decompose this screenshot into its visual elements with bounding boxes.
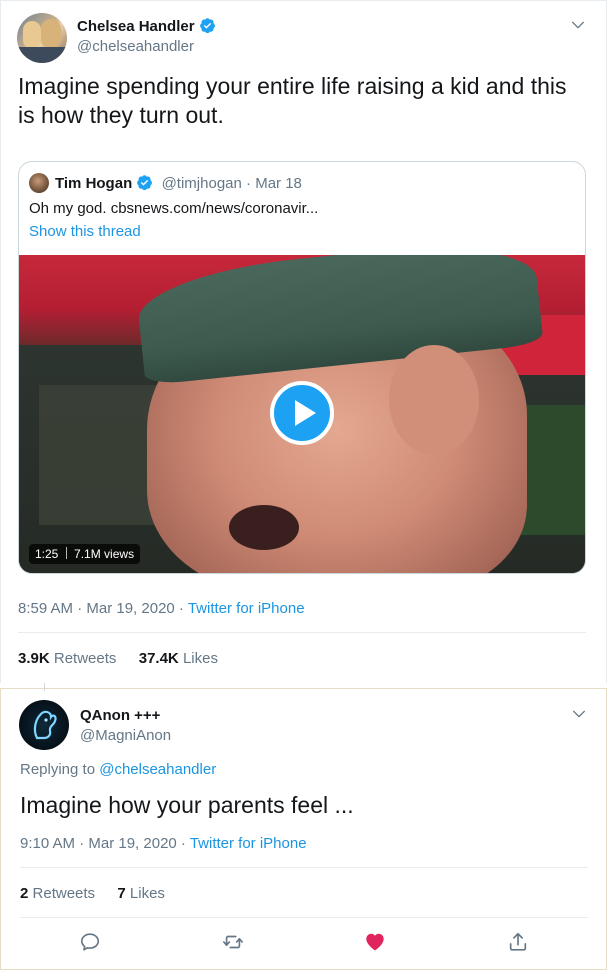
reply-text: Imagine how your parents feel ... <box>20 792 354 818</box>
play-icon[interactable] <box>270 381 334 445</box>
quoted-date: · Mar 18 <box>246 175 302 192</box>
reply-likes-stat[interactable]: 7 Likes <box>117 885 165 902</box>
main-tweet: Chelsea Handler @chelseahandler Imagine … <box>0 0 607 683</box>
author-name-row[interactable]: Chelsea Handler <box>77 17 216 35</box>
replying-to-handle[interactable]: @chelseahandler <box>99 761 216 778</box>
reply-retweets-label: Retweets <box>32 885 96 902</box>
reply-source[interactable]: Twitter for iPhone <box>190 835 307 852</box>
reply-likes-count: 7 <box>117 885 126 902</box>
verified-badge-icon <box>137 175 153 191</box>
author-avatar[interactable] <box>17 13 67 63</box>
reply-retweets-count: 2 <box>20 885 29 902</box>
video-info-badge: 1:25 7.1M views <box>29 544 141 564</box>
share-icon[interactable] <box>507 931 529 953</box>
quoted-author-handle: @timjhogan <box>161 175 242 192</box>
reply-timestamp[interactable]: 9:10 AM · Mar 19, 2020 · <box>20 835 186 852</box>
quoted-author-name: Tim Hogan <box>55 175 133 192</box>
reply-tweet: QAnon +++ @MagniAnon Replying to @chelse… <box>0 683 607 970</box>
reply-author-name[interactable]: QAnon +++ <box>80 707 160 724</box>
show-thread-link[interactable]: Show this thread <box>29 223 141 240</box>
video-duration: 1:25 <box>35 547 59 561</box>
reply-icon[interactable] <box>79 931 101 953</box>
tweet-source[interactable]: Twitter for iPhone <box>188 600 305 617</box>
author-name[interactable]: Chelsea Handler <box>77 18 195 35</box>
video-player[interactable]: 1:25 7.1M views <box>19 255 585 573</box>
reply-meta: 9:10 AM · Mar 19, 2020 · Twitter for iPh… <box>20 835 307 852</box>
likes-label: Likes <box>182 650 218 667</box>
action-bar <box>1 929 607 959</box>
likes-count: 37.4K <box>138 650 179 667</box>
reply-likes-label: Likes <box>129 885 165 902</box>
tweet-timestamp[interactable]: 8:59 AM · Mar 19, 2020 · <box>18 600 184 617</box>
quoted-text: Oh my god. cbsnews.com/news/coronavir... <box>29 200 319 217</box>
retweets-label: Retweets <box>53 650 117 667</box>
quoted-author-avatar <box>29 173 49 193</box>
thread-connector <box>44 683 45 691</box>
replying-to: Replying to @chelseahandler <box>20 761 216 778</box>
tweet-text: Imagine spending your entire life raisin… <box>18 73 567 128</box>
tweet-stats: 3.9K Retweets 37.4K Likes <box>18 650 218 667</box>
replying-prefix: Replying to <box>20 761 96 778</box>
reply-author-handle[interactable]: @MagniAnon <box>80 727 171 744</box>
quoted-header: Tim Hogan @timjhogan · Mar 18 <box>55 174 302 192</box>
quoted-tweet[interactable]: Tim Hogan @timjhogan · Mar 18 Oh my god.… <box>18 161 586 574</box>
retweets-stat[interactable]: 3.9K Retweets <box>18 650 121 667</box>
reply-retweets-stat[interactable]: 2 Retweets <box>20 885 99 902</box>
like-heart-icon[interactable] <box>364 931 386 953</box>
retweet-icon[interactable] <box>221 931 245 953</box>
chevron-down-icon[interactable] <box>571 706 587 722</box>
likes-stat[interactable]: 37.4K Likes <box>139 650 218 667</box>
retweets-count: 3.9K <box>18 650 50 667</box>
verified-badge-icon <box>199 18 215 34</box>
author-handle[interactable]: @chelseahandler <box>77 38 194 55</box>
chevron-down-icon[interactable] <box>570 17 586 33</box>
tweet-meta: 8:59 AM · Mar 19, 2020 · Twitter for iPh… <box>18 600 305 617</box>
video-views: 7.1M views <box>74 547 135 561</box>
qanon-logo-icon <box>33 710 57 740</box>
reply-author-avatar[interactable] <box>19 700 69 750</box>
reply-stats: 2 Retweets 7 Likes <box>20 885 165 902</box>
